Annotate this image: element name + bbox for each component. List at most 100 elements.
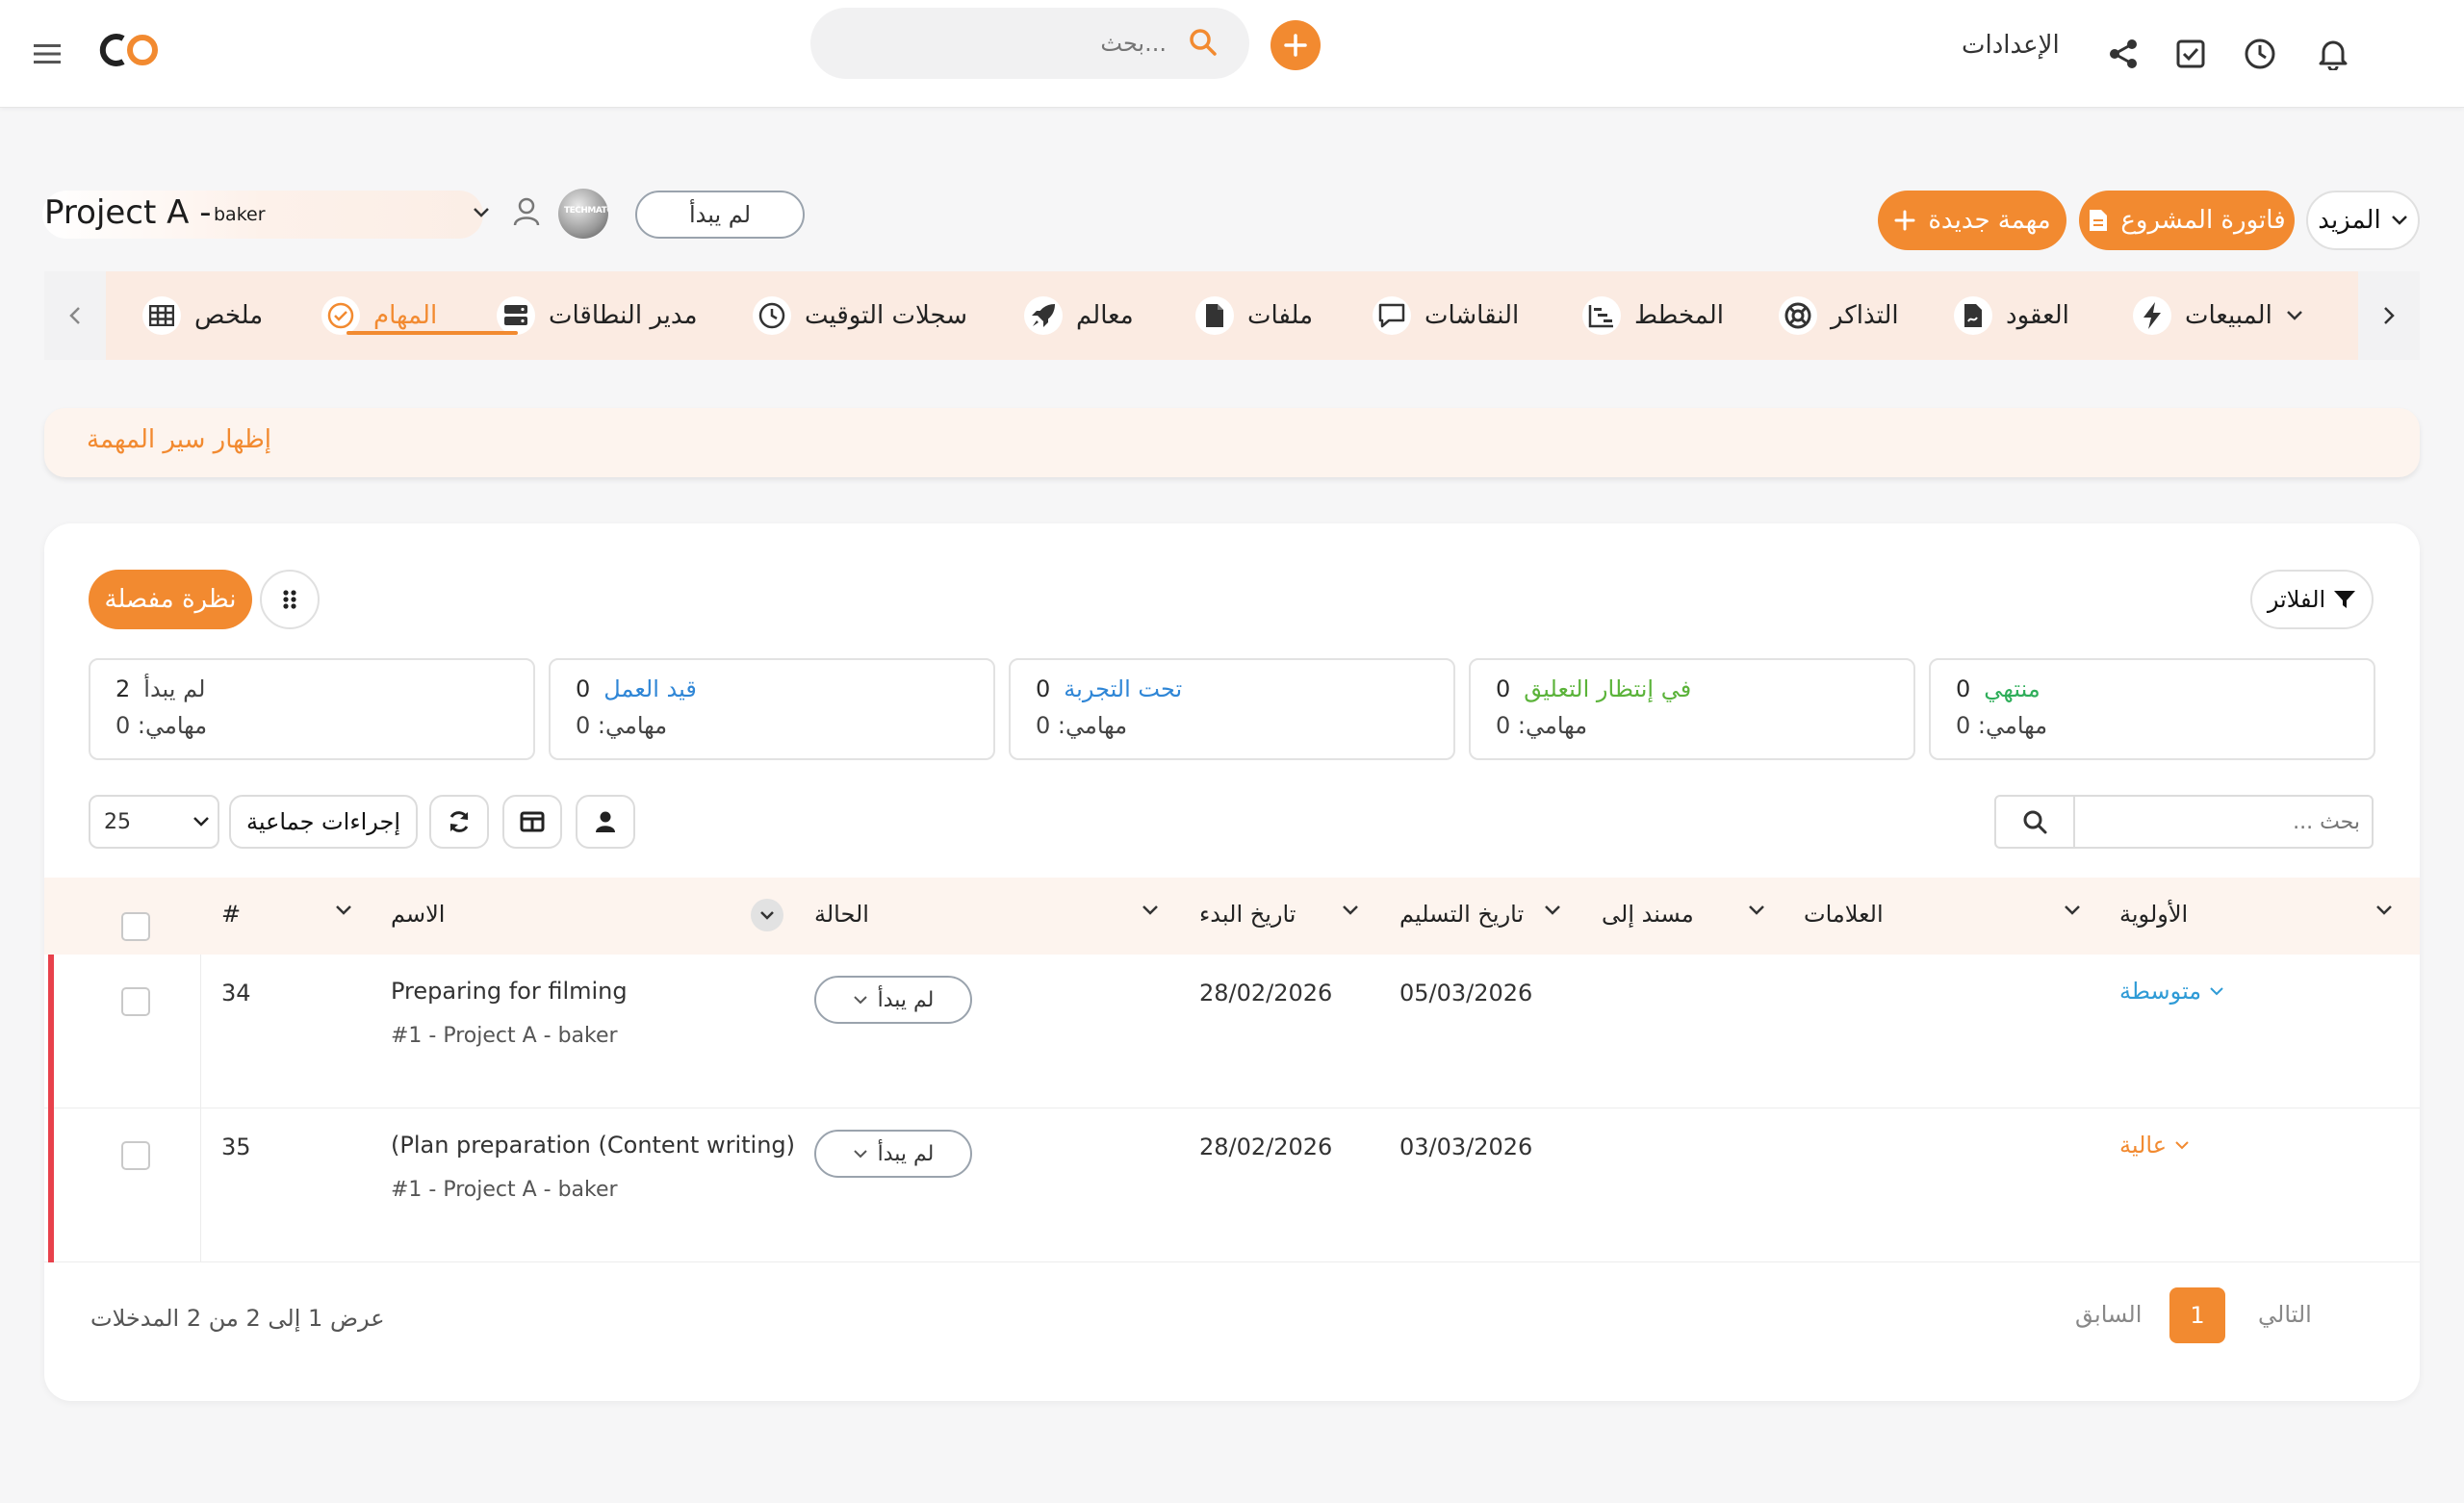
task-priority-dropdown[interactable]: متوسطة	[2119, 978, 2224, 1005]
tab-summary[interactable]: ملخص	[142, 291, 263, 341]
more-button[interactable]: المزيد	[2306, 191, 2420, 250]
stat-card-not-started[interactable]: 2 لم يبدأ مهامي: 0	[89, 658, 535, 760]
chevron-down-icon[interactable]	[1342, 904, 1359, 916]
tab-tickets[interactable]: التذاكر	[1779, 291, 1899, 341]
col-header-number[interactable]: #	[221, 901, 241, 928]
table-header: # الاسم الحالة تاريخ البدء تاريخ التسليم…	[44, 878, 2420, 955]
chevron-down-icon[interactable]	[1748, 904, 1765, 916]
sort-chevron-icon[interactable]	[751, 899, 783, 931]
contract-icon	[1954, 296, 1992, 335]
tabs-scroll-right-button[interactable]	[2358, 271, 2420, 360]
filters-button[interactable]: الفلاتر	[2250, 570, 2374, 629]
tab-contracts[interactable]: العقود	[1954, 291, 2069, 341]
clock-icon[interactable]	[2233, 27, 2287, 81]
global-search-input[interactable]	[926, 21, 1167, 65]
chevron-down-icon[interactable]	[2375, 904, 2393, 916]
tabs-scroll-left-button[interactable]	[44, 271, 106, 360]
comment-icon	[1373, 296, 1411, 335]
quick-add-button[interactable]	[1270, 20, 1321, 70]
stat-card-in-progress[interactable]: 0 قيد العمل مهامي: 0	[549, 658, 995, 760]
active-tab-indicator	[346, 331, 518, 335]
detailed-view-button[interactable]: نظرة مفصلة	[89, 570, 252, 629]
stat-card-testing[interactable]: 0 تحت التجربة مهامي: 0	[1009, 658, 1455, 760]
task-project-link[interactable]: #1 - Project A - baker	[391, 1178, 618, 1202]
chevron-down-icon	[2175, 1140, 2189, 1149]
tab-gantt[interactable]: المخطط	[1582, 291, 1724, 341]
project-tabs: ملخص المهام مدير النطاقات سجلات التوقيت …	[44, 271, 2420, 360]
table-search-button[interactable]	[1996, 797, 2075, 847]
col-header-assigned[interactable]: مسند إلى	[1602, 901, 1694, 928]
col-header-name[interactable]: الاسم	[391, 901, 445, 928]
tab-label: مدير النطاقات	[549, 301, 698, 330]
chevron-down-icon	[853, 995, 867, 1004]
grid-view-button[interactable]	[260, 570, 320, 629]
share-icon[interactable]	[2096, 27, 2150, 81]
tab-files[interactable]: ملفات	[1195, 291, 1313, 341]
columns-toggle-button[interactable]	[502, 795, 562, 849]
page-size-select[interactable]: 25	[89, 795, 219, 849]
invoice-icon	[2090, 210, 2108, 231]
tab-sales[interactable]: المبيعات	[2133, 291, 2303, 341]
task-status-dropdown[interactable]: لم يبدأ	[814, 1130, 972, 1178]
table-search[interactable]	[1994, 795, 2374, 849]
tasks-checkbox-icon[interactable]	[2164, 27, 2218, 81]
stat-count: 2	[116, 675, 131, 702]
search-icon[interactable]	[1188, 27, 1219, 58]
pagination-page[interactable]: 1	[2169, 1287, 2225, 1343]
task-status-dropdown[interactable]: لم يبدأ	[814, 976, 972, 1024]
task-priority-dropdown[interactable]: عالية	[2119, 1132, 2190, 1159]
task-name-link[interactable]: Preparing for filming	[391, 978, 628, 1005]
reload-button[interactable]	[429, 795, 489, 849]
col-header-priority[interactable]: الأولوية	[2119, 901, 2188, 928]
task-due-date: 03/03/2026	[1399, 1134, 1533, 1160]
table-row[interactable]: 35 (Plan preparation (Content writing) #…	[44, 1108, 2420, 1262]
col-header-start-date[interactable]: تاريخ البدء	[1199, 901, 1296, 928]
my-tasks-filter-button[interactable]	[576, 795, 635, 849]
refresh-icon	[449, 811, 469, 832]
new-task-button[interactable]: مهمة جديدة	[1878, 191, 2066, 250]
table-search-input[interactable]	[2081, 802, 2360, 841]
chevron-down-icon[interactable]	[2064, 904, 2081, 916]
tab-domain-manager[interactable]: مدير النطاقات	[497, 291, 698, 341]
table-info-text: عرض 1 إلى 2 من 2 المدخلات	[90, 1305, 385, 1332]
global-search[interactable]	[810, 8, 1249, 79]
task-name-link[interactable]: (Plan preparation (Content writing)	[391, 1132, 795, 1159]
task-flow-bar[interactable]: إظهار سير المهمة	[44, 408, 2420, 477]
stat-card-complete[interactable]: 0 منتهي مهامي: 0	[1929, 658, 2375, 760]
notification-bell-icon[interactable]	[2306, 27, 2360, 81]
row-checkbox[interactable]	[121, 987, 150, 1016]
settings-link[interactable]: الإعدادات	[1962, 31, 2060, 60]
show-task-flow-link[interactable]: إظهار سير المهمة	[87, 425, 271, 454]
bulk-actions-button[interactable]: إجراءات جماعية	[229, 795, 418, 849]
pagination-next[interactable]: التالي	[2258, 1301, 2312, 1328]
col-header-due-date[interactable]: تاريخ التسليم	[1399, 901, 1524, 928]
user-outline-icon[interactable]	[512, 196, 541, 227]
row-marker	[48, 955, 54, 1108]
new-task-label: مهمة جديدة	[1928, 206, 2051, 235]
row-checkbox[interactable]	[121, 1141, 150, 1170]
chevron-down-icon[interactable]	[335, 904, 352, 916]
tab-timesheets[interactable]: سجلات التوقيت	[753, 291, 967, 341]
tab-milestones[interactable]: معالم	[1024, 291, 1134, 341]
chevron-down-icon[interactable]	[1142, 904, 1159, 916]
project-selector[interactable]: Project A - baker	[42, 191, 489, 239]
task-project-link[interactable]: #1 - Project A - baker	[391, 1024, 618, 1048]
chevron-down-icon[interactable]	[1544, 904, 1561, 916]
stat-label: منتهي	[1984, 675, 2040, 702]
plus-icon	[1894, 210, 1915, 231]
avatar[interactable]: TECHMATCH	[558, 189, 608, 239]
stat-label: لم يبدأ	[143, 675, 206, 702]
tab-discussions[interactable]: النقاشات	[1373, 291, 1519, 341]
pagination-previous[interactable]: السابق	[2075, 1301, 2142, 1328]
table-row[interactable]: 34 Preparing for filming #1 - Project A …	[44, 955, 2420, 1108]
stat-card-awaiting-feedback[interactable]: 0 في إنتظار التعليق مهامي: 0	[1469, 658, 1915, 760]
menu-icon[interactable]	[21, 27, 75, 81]
row-marker	[48, 1108, 54, 1262]
app-logo[interactable]	[96, 31, 164, 69]
col-header-status[interactable]: الحالة	[814, 901, 869, 928]
select-all-checkbox[interactable]	[121, 912, 150, 941]
project-invoice-button[interactable]: فاتورة المشروع	[2079, 191, 2295, 250]
project-status-badge[interactable]: لم يبدأ	[635, 191, 805, 239]
gantt-icon	[1582, 296, 1621, 335]
col-header-tags[interactable]: العلامات	[1804, 901, 1884, 928]
